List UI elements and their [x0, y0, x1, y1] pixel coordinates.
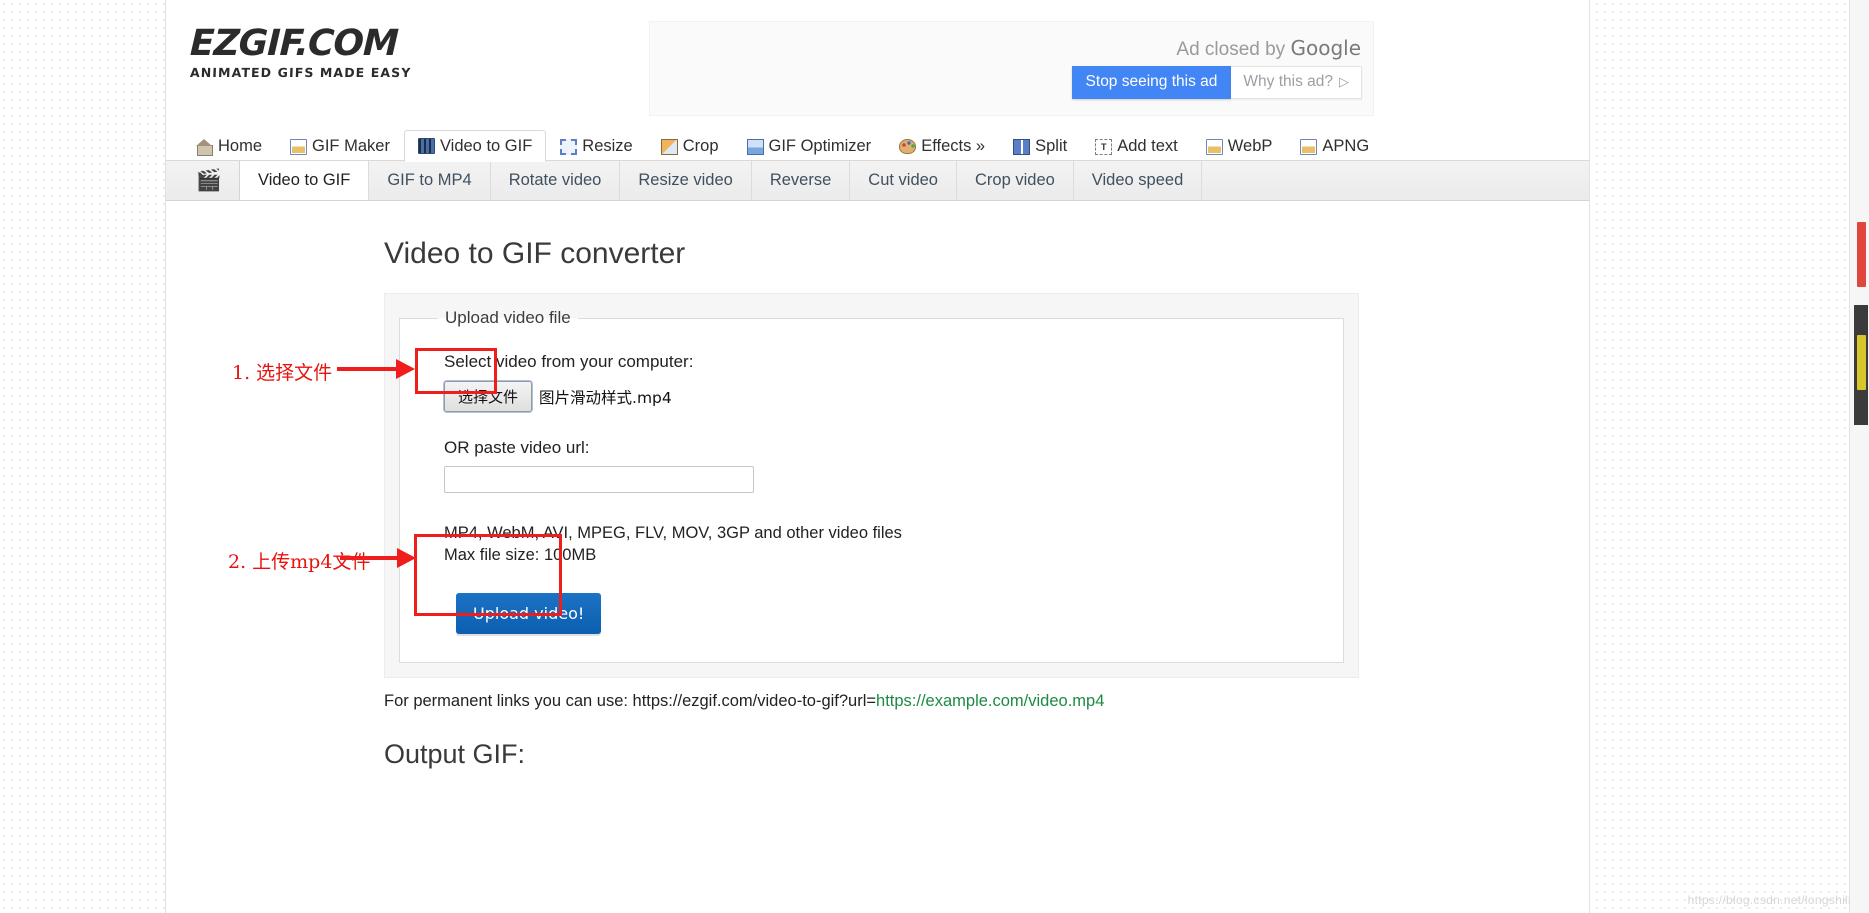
adchoices-triangle-icon: ▷: [1339, 74, 1349, 89]
subnav-item-label: Reverse: [769, 171, 832, 189]
video-url-input[interactable]: [444, 466, 754, 493]
advertisement-panel: Ad closed by Google Stop seeing this ad …: [649, 21, 1374, 116]
main-content: Video to GIF converter Upload video file…: [166, 201, 1589, 770]
nav-item-label: Home: [218, 137, 263, 155]
selected-file-name: 图片滑动样式.mp4: [539, 388, 672, 407]
browser-content: EZGIF.COM ANIMATED GIFS MADE EASY Ad clo…: [165, 0, 1590, 913]
upload-fieldset: Upload video file Select video from your…: [399, 308, 1344, 663]
subnav-item-label: Resize video: [638, 171, 733, 189]
nav-item-label: Video to GIF: [439, 136, 533, 155]
logo-wordmark: EZGIF.COM: [189, 23, 399, 64]
permalink-prefix: For permanent links you can use: https:/…: [384, 691, 877, 710]
nav-item-webp[interactable]: WebP: [1192, 130, 1287, 162]
ad-closed-label: Ad closed by Google: [1176, 36, 1361, 61]
nav-item-video-to-gif[interactable]: Video to GIF: [403, 130, 547, 162]
upload-legend: Upload video file: [445, 308, 571, 327]
permalink-example-url[interactable]: https://example.com/video.mp4: [876, 692, 1104, 710]
ad-closed-text: Ad closed by: [1176, 39, 1291, 60]
apng-icon: [1300, 138, 1318, 155]
subnav-item-rotate-video[interactable]: Rotate video: [489, 161, 621, 200]
clapperboard-icon: 🎬: [195, 168, 223, 192]
nav-item-label: APNG: [1322, 137, 1370, 155]
resize-icon: [560, 138, 578, 155]
palette-icon: [899, 139, 917, 154]
nav-item-effects[interactable]: Effects »: [885, 130, 999, 162]
nav-item-home[interactable]: Home: [182, 130, 276, 162]
subnav-item-crop-video[interactable]: Crop video: [956, 161, 1074, 200]
subnav-item-reverse[interactable]: Reverse: [750, 161, 851, 200]
file-input-row: 选择文件 图片滑动样式.mp4: [444, 381, 1317, 412]
nav-item-gif-maker[interactable]: GIF Maker: [276, 130, 404, 162]
scrollbar-marker-red[interactable]: [1857, 222, 1866, 287]
subnav-item-resize-video[interactable]: Resize video: [619, 161, 752, 200]
nav-item-apng[interactable]: APNG: [1286, 130, 1383, 162]
nav-item-gif-optimizer[interactable]: GIF Optimizer: [733, 130, 886, 162]
supported-formats-text: MP4, WebM, AVI, MPEG, FLV, MOV, 3GP and …: [444, 523, 1317, 567]
nav-item-add-text[interactable]: Add text: [1081, 130, 1192, 162]
select-video-label: Select video from your computer:: [444, 352, 694, 371]
subnav-item-label: Rotate video: [508, 171, 602, 189]
scrollbar-marker-yellow[interactable]: [1857, 335, 1866, 390]
formats-line-1: MP4, WebM, AVI, MPEG, FLV, MOV, 3GP and …: [444, 524, 902, 542]
nav-item-label: GIF Maker: [312, 137, 390, 155]
subnav-item-video-speed[interactable]: Video speed: [1072, 161, 1203, 200]
subnav-item-gif-to-mp4[interactable]: GIF to MP4: [368, 161, 491, 200]
nav-item-label: Effects »: [921, 137, 986, 155]
video-tools-subnav: 🎬 Video to GIF GIF to MP4 Rotate video Resi…: [166, 161, 1589, 201]
output-gif-title: Output GIF:: [384, 738, 526, 769]
site-header: EZGIF.COM ANIMATED GIFS MADE EASY Ad clo…: [166, 0, 1589, 128]
nav-item-label: GIF Optimizer: [768, 137, 872, 155]
permanent-link-text: For permanent links you can use: https:/…: [384, 692, 1589, 711]
stop-seeing-ad-button[interactable]: Stop seeing this ad: [1071, 66, 1232, 99]
home-icon: [196, 138, 213, 156]
why-this-ad-button[interactable]: Why this ad? ▷: [1231, 66, 1362, 99]
nav-item-split[interactable]: Split: [999, 130, 1081, 162]
subnav-item-label: Crop video: [975, 171, 1055, 189]
watermark-text: https://blog.csdn.net/longshili: [1687, 893, 1851, 907]
site-logo[interactable]: EZGIF.COM ANIMATED GIFS MADE EASY: [189, 23, 460, 80]
subnav-item-label: Video to GIF: [258, 171, 351, 189]
choose-file-button[interactable]: 选择文件: [444, 381, 533, 412]
add-text-icon: [1095, 138, 1113, 155]
ad-button-group: Stop seeing this ad Why this ad? ▷: [1071, 66, 1362, 99]
nav-item-resize[interactable]: Resize: [546, 130, 646, 162]
subnav-items: Video to GIF GIF to MP4 Rotate video Resize…: [239, 161, 1203, 200]
nav-item-label: Resize: [582, 137, 633, 155]
subnav-item-cut-video[interactable]: Cut video: [849, 161, 957, 200]
formats-line-2: Max file size: 100MB: [444, 545, 597, 564]
webp-icon: [1205, 138, 1223, 155]
scrollbar-track[interactable]: [1849, 0, 1869, 913]
why-this-ad-label: Why this ad?: [1243, 73, 1333, 90]
subnav-item-label: Cut video: [868, 171, 938, 189]
google-brand-text: Google: [1290, 36, 1361, 60]
subnav-item-label: Video speed: [1091, 171, 1184, 189]
nav-item-crop[interactable]: Crop: [647, 130, 733, 162]
nav-item-label: Split: [1035, 137, 1068, 155]
subnav-item-video-to-gif[interactable]: Video to GIF: [239, 161, 370, 200]
page-title: Video to GIF converter: [384, 237, 686, 270]
upload-panel: Upload video file Select video from your…: [384, 293, 1359, 678]
crop-icon: [660, 138, 678, 155]
paste-url-label: OR paste video url:: [444, 438, 590, 457]
nav-item-label: WebP: [1227, 137, 1273, 155]
subnav-item-label: GIF to MP4: [387, 171, 472, 189]
main-navigation: Home GIF Maker Video to GIF Resize Crop GIF O…: [166, 128, 1589, 162]
nav-item-label: Crop: [682, 137, 719, 155]
logo-tagline: ANIMATED GIFS MADE EASY: [189, 65, 412, 80]
optimizer-icon: [746, 138, 764, 155]
video-to-gif-icon: [417, 138, 435, 154]
nav-item-label: Add text: [1117, 137, 1178, 155]
split-icon: [1013, 138, 1031, 155]
upload-video-button[interactable]: Upload video!: [456, 592, 602, 634]
gif-maker-icon: [290, 138, 308, 155]
